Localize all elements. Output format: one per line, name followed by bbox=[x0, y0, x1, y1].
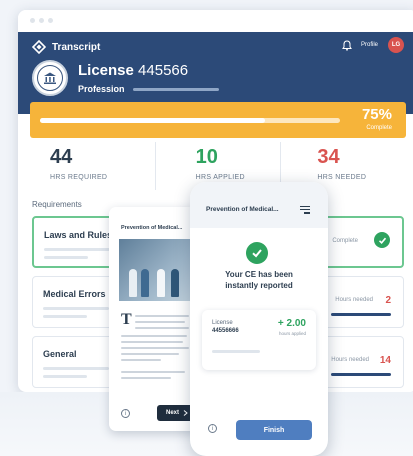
board-seal bbox=[32, 60, 68, 96]
stat-label: HRS APPLIED bbox=[195, 174, 245, 181]
text-placeholder bbox=[43, 307, 109, 310]
requirement-name: Laws and Rules bbox=[44, 230, 113, 240]
stat-value: 10 bbox=[195, 146, 218, 168]
hours-applied-label: hours applied bbox=[278, 331, 306, 336]
stat-value: 34 bbox=[317, 146, 340, 168]
confirmation-phone: Prevention of Medical... Your CE has bee… bbox=[190, 182, 328, 456]
stat-label: HRS REQUIRED bbox=[50, 174, 108, 181]
chevron-right-icon bbox=[183, 410, 188, 416]
completion-banner: 75% Complete bbox=[30, 102, 406, 138]
window-titlebar bbox=[18, 10, 413, 32]
figure-shape bbox=[171, 269, 179, 297]
requirement-status: Complete bbox=[332, 238, 358, 244]
progress-fill bbox=[40, 118, 265, 123]
text-placeholder bbox=[44, 248, 110, 251]
success-check-icon bbox=[246, 242, 268, 264]
requirement-hours: 2 bbox=[385, 295, 391, 306]
course-article-phone: Prevention of Medical... T i Next bbox=[109, 207, 197, 431]
profile-link[interactable]: Profile bbox=[361, 42, 378, 48]
text-line bbox=[121, 371, 185, 373]
phone-header: Prevention of Medical... bbox=[190, 182, 328, 228]
hours-applied-value: + 2.00 bbox=[277, 318, 306, 329]
requirement-progress-bar bbox=[331, 313, 391, 316]
license-card-label: License bbox=[212, 320, 233, 326]
check-circle-icon bbox=[374, 232, 390, 248]
figure-shape bbox=[157, 269, 165, 297]
profession-label: Profession bbox=[78, 84, 125, 94]
text-placeholder bbox=[212, 350, 260, 353]
phone-footer: i Finish bbox=[190, 416, 328, 456]
text-line bbox=[121, 359, 161, 361]
progress-label: Complete bbox=[366, 125, 392, 131]
progress-percent: 75% bbox=[361, 106, 392, 123]
avatar[interactable]: LG bbox=[388, 37, 404, 53]
license-heading: License 445566 bbox=[78, 62, 188, 79]
requirement-name: General bbox=[43, 349, 77, 359]
article-hero-image bbox=[119, 239, 197, 301]
article-title: Prevention of Medical... bbox=[121, 225, 183, 231]
requirement-name: Medical Errors bbox=[43, 289, 106, 299]
requirement-status: Hours needed bbox=[335, 297, 373, 303]
text-line bbox=[135, 321, 185, 323]
requirement-hours: 14 bbox=[379, 355, 391, 366]
next-label: Next bbox=[165, 410, 179, 416]
text-placeholder bbox=[43, 375, 87, 378]
figure-shape bbox=[141, 269, 149, 297]
text-placeholder bbox=[43, 367, 109, 370]
article-drop-cap: T bbox=[121, 311, 132, 328]
info-icon[interactable]: i bbox=[121, 409, 130, 418]
figure-shape bbox=[129, 269, 137, 297]
text-placeholder bbox=[43, 315, 87, 318]
text-line bbox=[121, 377, 171, 379]
menu-icon[interactable] bbox=[300, 206, 310, 216]
bell-icon[interactable] bbox=[342, 40, 352, 51]
building-icon bbox=[44, 72, 56, 84]
text-line bbox=[121, 341, 183, 343]
license-label: License bbox=[78, 62, 134, 79]
progress-track bbox=[40, 118, 340, 123]
window-controls[interactable] bbox=[30, 18, 53, 23]
logo-icon bbox=[32, 40, 46, 54]
finish-button[interactable]: Finish bbox=[236, 420, 312, 440]
requirement-status: Hours needed bbox=[331, 357, 369, 363]
requirements-heading: Requirements bbox=[32, 200, 82, 209]
text-line bbox=[135, 315, 189, 317]
stat-hrs-required: 44 HRS REQUIRED bbox=[30, 142, 156, 190]
license-hours-card: License 44556666 + 2.00 hours applied bbox=[202, 310, 316, 370]
stat-label: HRS NEEDED bbox=[317, 174, 367, 181]
license-card-number: 44556666 bbox=[212, 328, 239, 334]
reported-message: Your CE has been instantly reported bbox=[190, 270, 328, 292]
requirement-progress-bar bbox=[331, 373, 391, 376]
text-line bbox=[121, 347, 189, 349]
text-line bbox=[135, 327, 189, 329]
text-line bbox=[121, 335, 187, 337]
app-logo[interactable]: Transcript bbox=[32, 40, 100, 54]
phone-course-title: Prevention of Medical... bbox=[206, 206, 279, 213]
license-number: 445566 bbox=[138, 62, 189, 79]
info-icon[interactable]: i bbox=[208, 424, 217, 433]
reported-line-1: Your CE has been bbox=[225, 270, 293, 279]
profession-row: Profession bbox=[78, 84, 219, 94]
app-title: Transcript bbox=[52, 41, 101, 53]
text-line bbox=[121, 353, 179, 355]
stat-value: 44 bbox=[50, 146, 73, 168]
article-footer: i Next bbox=[109, 401, 197, 431]
reported-line-2: instantly reported bbox=[225, 280, 293, 290]
text-placeholder bbox=[44, 256, 88, 259]
profession-placeholder-bar bbox=[132, 87, 219, 91]
